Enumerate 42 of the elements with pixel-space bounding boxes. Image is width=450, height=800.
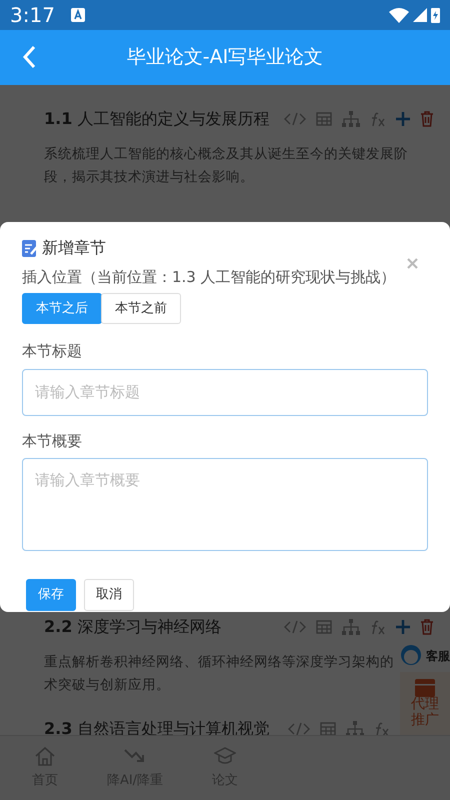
clock-text: 3:17 xyxy=(10,2,55,29)
home-icon xyxy=(34,745,56,768)
field-label: 本节标题 xyxy=(22,341,83,362)
position-option-tab[interactable]: 本节之后 xyxy=(22,292,102,324)
section-title: 1.1 人工智能的定义与发展历程 xyxy=(44,108,270,130)
function-icon[interactable] xyxy=(370,111,386,127)
dialog-title: 新增章节 xyxy=(42,237,106,259)
table-icon[interactable] xyxy=(316,112,332,126)
wifi-icon xyxy=(389,8,409,22)
plus-icon[interactable] xyxy=(396,620,410,634)
gift-box-icon xyxy=(415,679,435,698)
trash-icon[interactable] xyxy=(420,619,434,635)
function-icon[interactable] xyxy=(374,721,390,737)
position-option-tab[interactable]: 本节之前 xyxy=(101,292,181,324)
function-icon[interactable] xyxy=(370,619,386,635)
code-icon[interactable] xyxy=(288,722,310,736)
description-text: 术突破与创新应用。 xyxy=(44,676,170,695)
back-icon[interactable] xyxy=(22,45,36,69)
page-title: 毕业论文-AI写毕业论文 xyxy=(126,45,324,70)
battery-icon xyxy=(431,7,440,23)
description-text: 重点解析卷积神经网络、循环神经网络等深度学习架构的 xyxy=(44,653,394,672)
field-label: 本节概要 xyxy=(22,430,83,452)
title-input-field[interactable]: 请输入章节标题 xyxy=(22,368,428,416)
hierarchy-icon[interactable] xyxy=(342,111,360,127)
code-icon[interactable] xyxy=(284,112,306,126)
notification-icon xyxy=(70,8,85,22)
table-icon[interactable] xyxy=(320,722,336,736)
signal-icon xyxy=(413,8,427,22)
cancel-button[interactable]: 取消 xyxy=(84,579,134,610)
trash-icon[interactable] xyxy=(420,111,434,127)
section-title: 2.2 深度学习与神经网络 xyxy=(44,616,222,638)
table-icon[interactable] xyxy=(316,620,332,634)
insert-position-label: 插入位置（当前位置：1.3 人工智能的研究现状与挑战） xyxy=(22,267,397,288)
save-button[interactable]: 保存 xyxy=(26,579,76,610)
avatar-icon xyxy=(400,644,422,668)
description-text: 系统梳理人工智能的核心概念及其从诞生至今的关键发展阶段，揭示其技术演进与社会影响。 xyxy=(44,145,409,187)
code-icon[interactable] xyxy=(284,620,306,634)
edit-document-icon xyxy=(22,240,38,256)
promotion-button[interactable]: 代理推广 xyxy=(400,672,450,735)
plus-icon[interactable] xyxy=(396,112,410,126)
summary-input-field[interactable]: 请输入章节概要 xyxy=(22,458,428,551)
hierarchy-icon[interactable] xyxy=(342,619,360,635)
